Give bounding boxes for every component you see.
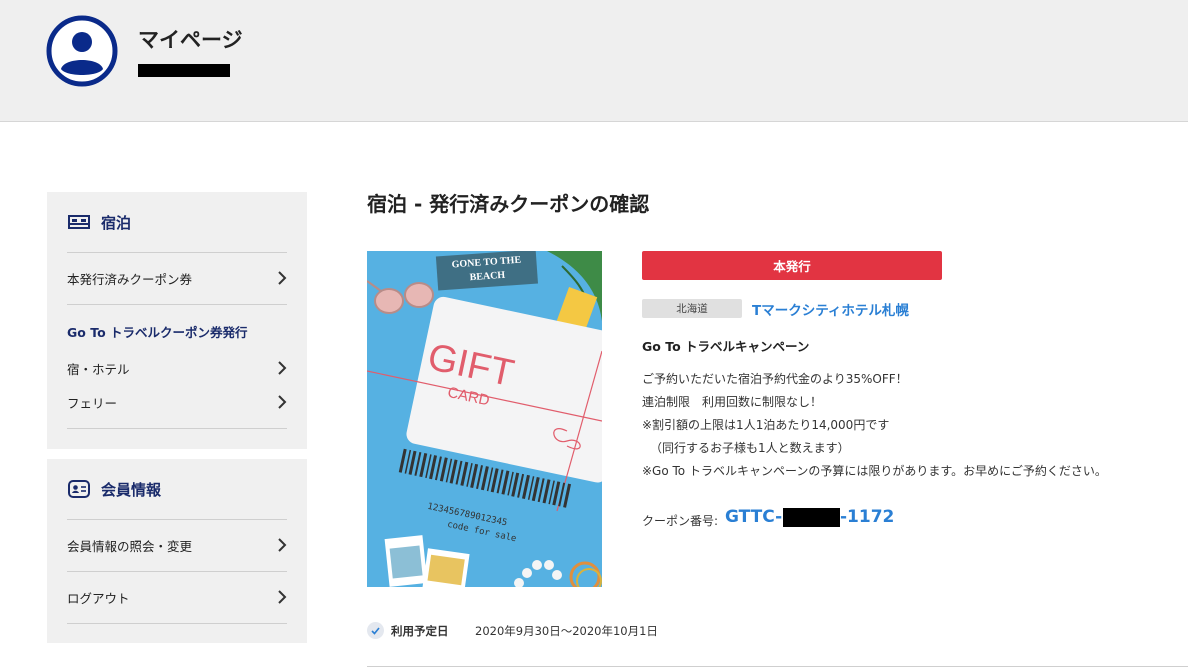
page-title: マイページ <box>138 28 243 52</box>
beach-sign-graphic: GONE TO THE BEACH <box>435 251 538 291</box>
sidebar-item-label: 宿・ホテル <box>67 361 130 377</box>
sidebar-item-label: 会員情報の照会・変更 <box>67 538 193 554</box>
id-card-icon <box>67 477 91 501</box>
divider <box>67 252 287 253</box>
hotel-name-link[interactable]: Tマークシティホテル札幌 <box>752 299 909 319</box>
divider <box>67 571 287 572</box>
user-avatar-icon <box>46 15 118 87</box>
sidebar-item-label: ログアウト <box>67 590 130 606</box>
sidebar-item-hotel[interactable]: 宿・ホテル <box>67 357 287 379</box>
sidebar-goto-heading: Go To トラベルクーポン券発行 <box>67 325 248 340</box>
bed-icon <box>67 210 91 234</box>
description-line: ※Go To トラベルキャンペーンの予算には限りがあります。お早めにご予約くださ… <box>642 464 1107 478</box>
divider <box>67 519 287 520</box>
redacted-coupon-segment <box>783 508 840 527</box>
campaign-title: Go To トラベルキャンペーン <box>642 339 810 354</box>
gift-card-image: GONE TO THE BEACH GIFT CARD 123456789012… <box>367 251 602 587</box>
main-page-title: 宿泊 - 発行済みクーポンの確認 <box>367 192 650 216</box>
description-line: ご予約いただいた宿泊予約代金のより35%OFF！ <box>642 372 908 386</box>
description-line: 連泊制限 利用回数に制限なし！ <box>642 395 823 409</box>
usage-date-label: 利用予定日 <box>391 624 449 638</box>
sidebar-member-heading: 会員情報 <box>67 477 161 501</box>
issued-status-badge: 本発行 <box>642 251 942 280</box>
sidebar-member-section: 会員情報 会員情報の照会・変更 ログアウト <box>47 459 307 643</box>
divider <box>67 428 287 429</box>
description-line: （同行するお子様も1人と数えます） <box>650 441 850 455</box>
sidebar-item-logout[interactable]: ログアウト <box>67 586 287 608</box>
sidebar-item-ferry[interactable]: フェリー <box>67 391 287 413</box>
check-icon <box>367 622 384 639</box>
chevron-right-icon <box>277 394 287 410</box>
usage-date-value: 2020年9月30日～2020年10月1日 <box>475 624 658 638</box>
chevron-right-icon <box>277 537 287 553</box>
divider <box>67 623 287 624</box>
sidebar-item-issued-coupons[interactable]: 本発行済みクーポン券 <box>67 267 287 289</box>
sidebar-stay-label: 宿泊 <box>101 213 132 232</box>
redacted-user-name <box>138 64 230 77</box>
sidebar-item-member-info[interactable]: 会員情報の照会・変更 <box>67 534 287 556</box>
divider <box>67 304 287 305</box>
chevron-right-icon <box>277 270 287 286</box>
sidebar-item-label: フェリー <box>67 395 118 411</box>
page-header: マイページ <box>0 0 1188 122</box>
coupon-number-label: クーポン番号: <box>642 514 719 528</box>
sidebar-item-label: 本発行済みクーポン券 <box>67 271 193 287</box>
region-tag: 北海道 <box>642 299 742 318</box>
sidebar-member-label: 会員情報 <box>101 480 162 499</box>
chevron-right-icon <box>277 589 287 605</box>
chevron-right-icon <box>277 360 287 376</box>
description-line: ※割引額の上限は1人1泊あたり14,000円です <box>642 418 890 432</box>
sidebar-stay-section: 宿泊 本発行済みクーポン券 Go To トラベルクーポン券発行 宿・ホテル フェ… <box>47 192 307 449</box>
coupon-number-prefix: GTTC- <box>725 507 783 527</box>
coupon-number-suffix: -1172 <box>840 507 895 527</box>
sidebar-stay-heading: 宿泊 <box>67 210 131 234</box>
divider <box>367 666 1188 667</box>
